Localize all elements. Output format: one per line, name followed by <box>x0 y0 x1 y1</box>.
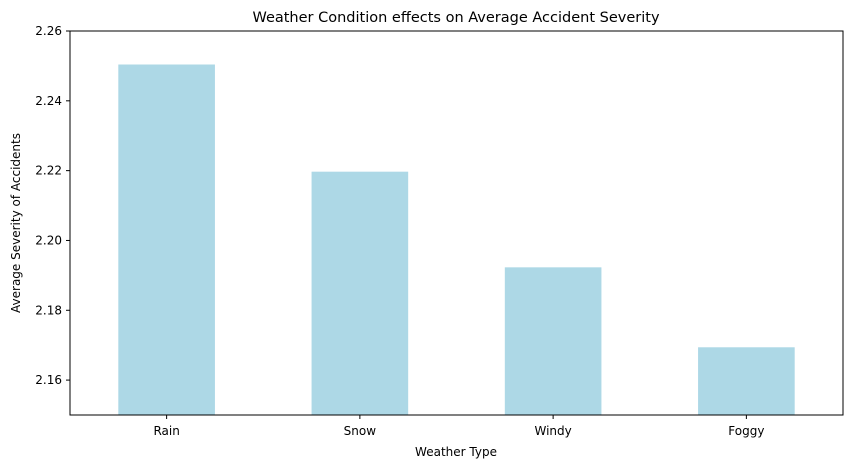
x-axis-label: Weather Type <box>415 445 497 459</box>
x-tick-label: Rain <box>153 424 179 438</box>
bar-snow <box>311 171 409 415</box>
chart-container: Weather Condition effects on Average Acc… <box>0 0 855 468</box>
y-tick-label: 2.24 <box>35 94 62 108</box>
y-tick-label: 2.18 <box>35 303 62 317</box>
y-axis-label: Average Severity of Accidents <box>9 133 23 313</box>
chart-title: Weather Condition effects on Average Acc… <box>252 10 659 26</box>
bar-windy <box>504 267 602 415</box>
bar-foggy <box>698 347 795 415</box>
bar-rain <box>118 64 215 415</box>
x-tick-label: Windy <box>534 424 571 438</box>
x-tick-label: Snow <box>344 424 377 438</box>
x-tick-label: Foggy <box>728 424 764 438</box>
y-tick-label: 2.16 <box>35 373 62 387</box>
y-tick-label: 2.20 <box>35 233 62 247</box>
y-tick-label: 2.22 <box>35 164 62 178</box>
bar-chart: Weather Condition effects on Average Acc… <box>9 10 844 459</box>
y-tick-label: 2.26 <box>35 24 62 38</box>
